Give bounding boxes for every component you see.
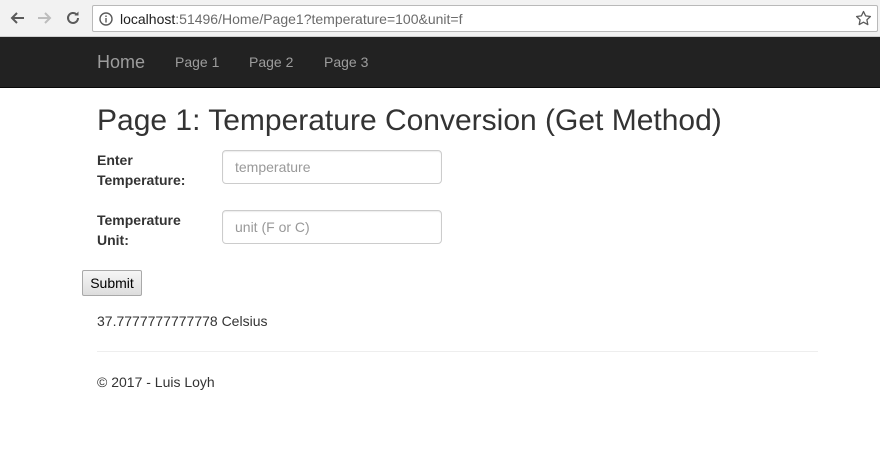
star-icon[interactable]: [855, 10, 872, 27]
footer-divider: [97, 351, 818, 352]
back-arrow-icon[interactable]: [7, 8, 27, 28]
temperature-label: Enter Temperature:: [97, 150, 207, 190]
reload-icon[interactable]: [63, 8, 83, 28]
url-host: localhost: [120, 11, 176, 27]
nav-page1-link[interactable]: Page 1: [175, 54, 219, 70]
page-title: Page 1: Temperature Conversion (Get Meth…: [97, 104, 722, 137]
conversion-result: 37.7777777777778 Celsius: [97, 313, 268, 329]
nav-page3-link[interactable]: Page 3: [324, 54, 368, 70]
forward-arrow-icon[interactable]: [35, 8, 55, 28]
submit-button[interactable]: Submit: [82, 270, 142, 296]
temperature-input[interactable]: [222, 150, 442, 184]
site-navbar: Home Page 1 Page 2 Page 3: [0, 37, 880, 88]
unit-label-text: Temperature Unit:: [97, 212, 181, 248]
unit-label: Temperature Unit:: [97, 210, 197, 250]
address-bar[interactable]: localhost:51496/Home/Page1?temperature=1…: [92, 5, 878, 32]
unit-input[interactable]: [222, 210, 442, 244]
nav-page2-link[interactable]: Page 2: [249, 54, 293, 70]
info-icon[interactable]: [99, 12, 113, 26]
browser-toolbar: localhost:51496/Home/Page1?temperature=1…: [0, 0, 880, 37]
nav-home-link[interactable]: Home: [97, 52, 145, 73]
url-text[interactable]: localhost:51496/Home/Page1?temperature=1…: [120, 11, 462, 27]
footer-copyright: © 2017 - Luis Loyh: [97, 374, 215, 390]
temperature-label-text: Enter Temperature:: [97, 152, 186, 188]
url-path: :51496/Home/Page1?temperature=100&unit=f: [175, 11, 463, 27]
